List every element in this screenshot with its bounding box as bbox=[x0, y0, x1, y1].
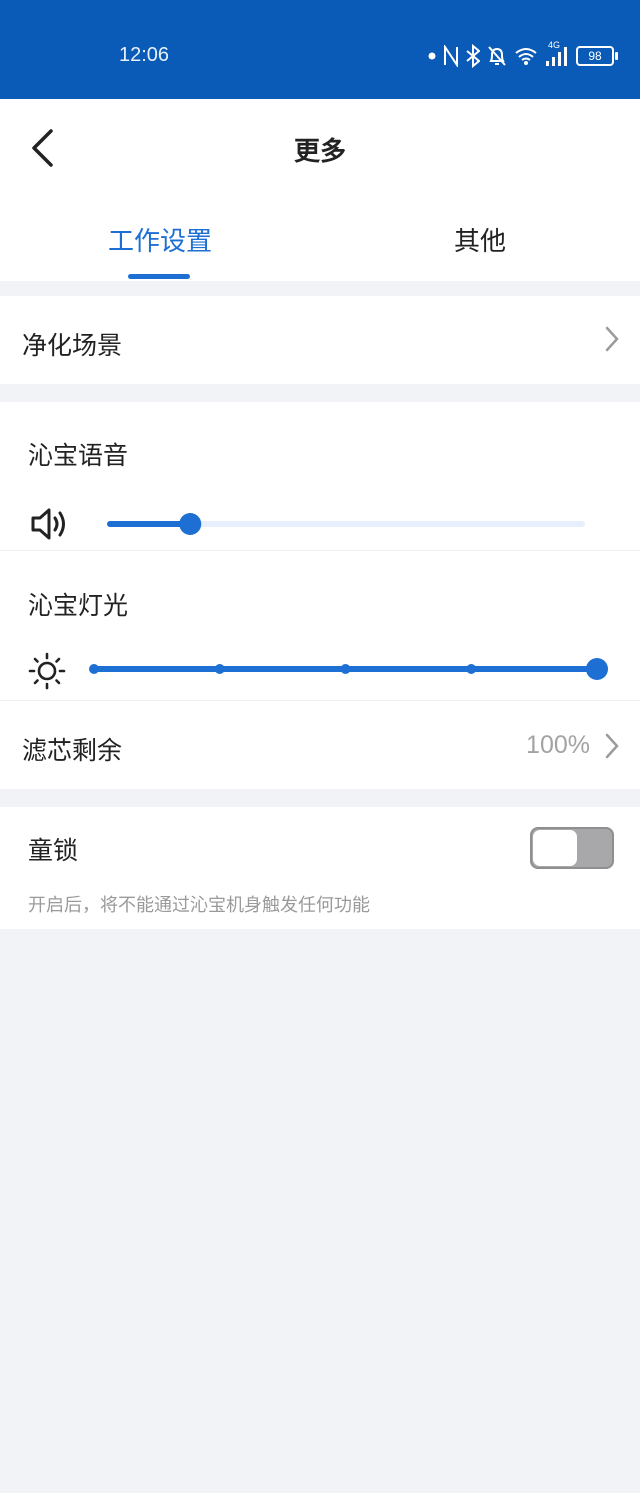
dot-icon bbox=[428, 52, 436, 60]
scene-row[interactable]: 净化场景 bbox=[0, 296, 640, 384]
divider bbox=[0, 550, 640, 551]
signal-indicator: 4G bbox=[545, 40, 569, 68]
filter-label: 滤芯剩余 bbox=[22, 736, 123, 765]
active-tab-indicator bbox=[128, 274, 190, 279]
status-icons: 4G 98 bbox=[428, 40, 618, 70]
child-lock-label: 童锁 bbox=[28, 836, 79, 865]
light-step-dot[interactable] bbox=[340, 664, 351, 674]
light-step-dot[interactable] bbox=[89, 664, 99, 674]
speaker-icon bbox=[31, 508, 65, 540]
voice-label: 沁宝语音 bbox=[28, 441, 129, 470]
filter-row[interactable]: 滤芯剩余 100% bbox=[0, 701, 640, 789]
status-time: 12:06 bbox=[119, 44, 170, 66]
toggle-knob bbox=[533, 830, 577, 866]
voice-slider[interactable] bbox=[100, 510, 600, 538]
status-bar: 12:06 4G 98 bbox=[0, 0, 640, 99]
signal-icon bbox=[546, 47, 567, 66]
chevron-right-icon bbox=[605, 326, 619, 352]
light-slider-knob bbox=[586, 658, 608, 680]
page-header: 更多 工作设置 其他 bbox=[0, 99, 640, 281]
tab-other[interactable]: 其他 bbox=[380, 221, 580, 258]
bluetooth-icon bbox=[466, 44, 480, 68]
battery-level: 98 bbox=[588, 49, 602, 63]
voice-slider-knob bbox=[179, 513, 202, 535]
child-lock-toggle[interactable] bbox=[530, 827, 614, 869]
sun-icon bbox=[28, 652, 66, 690]
chevron-right-icon bbox=[605, 733, 619, 759]
battery-icon: 98 bbox=[576, 46, 618, 66]
light-step-dot[interactable] bbox=[466, 664, 477, 674]
wifi-icon bbox=[515, 48, 537, 65]
scene-label: 净化场景 bbox=[22, 331, 123, 360]
settings-card: 沁宝语音 沁宝灯光 滤芯剩余 100% bbox=[0, 402, 640, 789]
child-lock-hint: 开启后，将不能通过沁宝机身触发任何功能 bbox=[28, 895, 370, 916]
light-slider[interactable] bbox=[84, 654, 624, 684]
tab-work-settings[interactable]: 工作设置 bbox=[60, 221, 260, 258]
page-title: 更多 bbox=[293, 137, 346, 167]
bell-muted-icon bbox=[488, 46, 506, 66]
child-lock-card: 童锁 开启后，将不能通过沁宝机身触发任何功能 bbox=[0, 807, 640, 929]
filter-value: 100% bbox=[526, 731, 590, 759]
light-label: 沁宝灯光 bbox=[28, 591, 129, 620]
light-step-dot[interactable] bbox=[214, 664, 225, 674]
nfc-icon bbox=[444, 45, 458, 67]
